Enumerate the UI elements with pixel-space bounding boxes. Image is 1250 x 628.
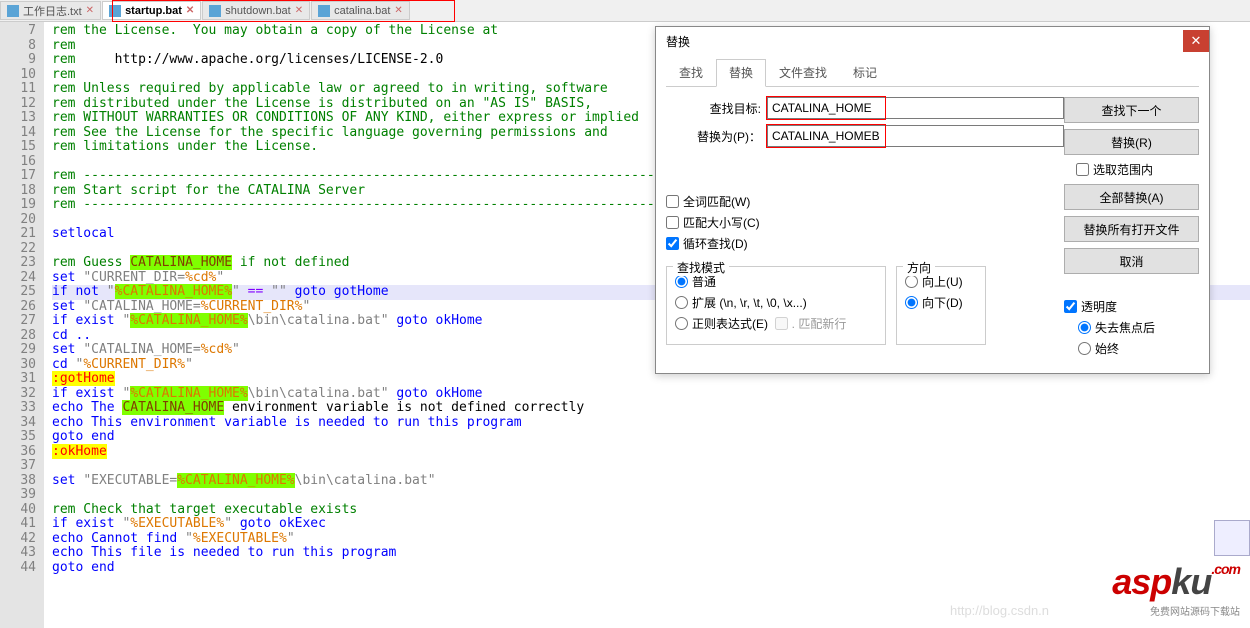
mode-group-label: 查找模式 xyxy=(673,259,729,276)
mode-normal-radio[interactable] xyxy=(675,275,688,288)
dialog-tabs: 查找 替换 文件查找 标记 xyxy=(666,59,1199,87)
tab-find[interactable]: 查找 xyxy=(666,59,716,86)
tab-startup[interactable]: startup.bat✕ xyxy=(102,1,201,20)
dir-down-radio[interactable] xyxy=(905,296,918,309)
file-icon xyxy=(209,5,221,17)
replace-input[interactable] xyxy=(767,125,1064,147)
minimap-icon[interactable] xyxy=(1214,520,1250,556)
tab-shutdown[interactable]: shutdown.bat✕ xyxy=(202,1,310,20)
tab-find-in-files[interactable]: 文件查找 xyxy=(766,59,840,86)
find-input[interactable] xyxy=(767,97,1064,119)
find-next-button[interactable]: 查找下一个 xyxy=(1064,97,1199,123)
close-icon[interactable]: ✕ xyxy=(295,5,303,16)
regex-newline-checkbox xyxy=(775,317,788,330)
in-selection-checkbox[interactable] xyxy=(1076,163,1089,176)
replace-button[interactable]: 替换(R) xyxy=(1064,129,1199,155)
cancel-button[interactable]: 取消 xyxy=(1064,248,1199,274)
dialog-titlebar[interactable]: 替换 ✕ xyxy=(656,27,1209,55)
tab-bar: 工作日志.txt✕ startup.bat✕ shutdown.bat✕ cat… xyxy=(0,0,1250,22)
dir-up-radio[interactable] xyxy=(905,275,918,288)
tab-replace[interactable]: 替换 xyxy=(716,59,766,87)
find-label: 查找目标: xyxy=(666,100,761,117)
dialog-title: 替换 xyxy=(666,33,690,50)
close-icon[interactable]: ✕ xyxy=(86,5,94,16)
replace-all-open-button[interactable]: 替换所有打开文件 xyxy=(1064,216,1199,242)
watermark-logo: aspku.com 免费网站源码下载站 xyxy=(1112,561,1240,618)
watermark-url: http://blog.csdn.n xyxy=(950,603,1049,618)
file-icon xyxy=(109,5,121,17)
line-gutter: 7891011121314151617181920212223242526272… xyxy=(0,22,44,628)
mode-extended-radio[interactable] xyxy=(675,296,688,309)
file-icon xyxy=(7,5,19,17)
tab-worklog[interactable]: 工作日志.txt✕ xyxy=(0,1,101,20)
close-icon[interactable]: ✕ xyxy=(186,5,194,16)
direction-group-label: 方向 xyxy=(903,259,935,276)
trans-always-radio[interactable] xyxy=(1078,342,1091,355)
replace-dialog: 替换 ✕ 查找 替换 文件查找 标记 查找目标: 替换为(P)： 全词匹配(W)… xyxy=(655,26,1210,374)
trans-focus-radio[interactable] xyxy=(1078,321,1091,334)
replace-label: 替换为(P)： xyxy=(666,128,761,145)
match-case-checkbox[interactable] xyxy=(666,216,679,229)
wrap-checkbox[interactable] xyxy=(666,237,679,250)
tab-mark[interactable]: 标记 xyxy=(840,59,890,86)
mode-regex-radio[interactable] xyxy=(675,317,688,330)
file-icon xyxy=(318,5,330,17)
close-icon[interactable]: ✕ xyxy=(394,5,402,16)
replace-all-button[interactable]: 全部替换(A) xyxy=(1064,184,1199,210)
tab-catalina[interactable]: catalina.bat✕ xyxy=(311,1,410,20)
whole-word-checkbox[interactable] xyxy=(666,195,679,208)
transparency-checkbox[interactable] xyxy=(1064,300,1077,313)
close-button[interactable]: ✕ xyxy=(1183,30,1209,52)
